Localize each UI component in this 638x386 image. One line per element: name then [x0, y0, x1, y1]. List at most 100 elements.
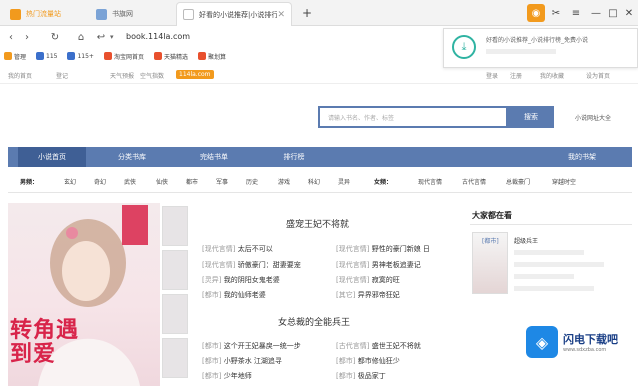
- shop-icon: [153, 52, 162, 60]
- login-link[interactable]: 登录: [486, 71, 498, 80]
- popular-desc-line: [514, 262, 604, 267]
- genre-link[interactable]: 科幻: [308, 177, 320, 186]
- section-title[interactable]: 女总裁的全能兵王: [278, 315, 350, 328]
- cover-thumbnail[interactable]: [162, 250, 188, 290]
- book-row[interactable]: [都市] 小野茶水 江湖追寻: [202, 356, 282, 366]
- book-title: 异界邪帝狂妃: [357, 291, 400, 299]
- male-genre-label: 男频：: [20, 179, 39, 186]
- bookmarks-bar: 管理 115 115+ 淘宝网首页 天猫精选 聚划算: [0, 48, 638, 64]
- bookmark-label: 115: [46, 52, 58, 60]
- undo-icon[interactable]: ↩: [94, 30, 108, 44]
- genre-link[interactable]: 古代言情: [462, 177, 486, 186]
- section-title[interactable]: 盛宠王妃不将就: [286, 217, 349, 230]
- female-genre-label: 女频：: [374, 179, 393, 186]
- genre-link[interactable]: 军事: [216, 177, 228, 186]
- book-row[interactable]: [都市] 我的仙师老婆: [202, 290, 266, 300]
- nav-bookshelf[interactable]: 我的书架: [548, 147, 616, 167]
- genre-link[interactable]: 现代言情: [418, 177, 442, 186]
- url-field[interactable]: book.114la.com: [126, 32, 190, 41]
- tab-label: 热门流量站: [26, 10, 61, 18]
- book-title: 太后不可以: [237, 245, 273, 253]
- nav-library[interactable]: 分类书库: [98, 147, 166, 167]
- book-tag: [都市]: [202, 357, 222, 365]
- cover-thumbnail[interactable]: [162, 294, 188, 334]
- genre-link[interactable]: 仙侠: [156, 177, 168, 186]
- refresh-icon[interactable]: ↻: [48, 30, 62, 44]
- genre-link[interactable]: 总裁豪门: [506, 177, 530, 186]
- browser-logo-icon: [10, 8, 21, 20]
- genre-link[interactable]: 武侠: [124, 177, 136, 186]
- genre-link[interactable]: 奇幻: [94, 177, 106, 186]
- book-tag: [现代言情]: [202, 261, 236, 269]
- bookmark-item[interactable]: 聚划算: [197, 52, 226, 61]
- bookmark-item[interactable]: 淘宝网首页: [103, 52, 144, 61]
- book-tag: [现代言情]: [336, 276, 370, 284]
- bookmark-label: 天猫精选: [163, 53, 188, 61]
- book-tag: [现代言情]: [336, 261, 370, 269]
- new-tab-button[interactable]: +: [298, 4, 316, 22]
- book-title: 骄傲豪门：甜妻要宠: [237, 261, 301, 269]
- forward-icon[interactable]: ›: [20, 30, 34, 44]
- set-home-link[interactable]: 设为首页: [586, 71, 610, 80]
- book-row[interactable]: [现代言情] 骄傲豪门：甜妻要宠: [202, 260, 301, 270]
- site-link-badge[interactable]: 114la.com: [176, 70, 214, 79]
- site-link[interactable]: 登记: [56, 71, 68, 80]
- genre-link[interactable]: 游戏: [278, 177, 290, 186]
- user-avatar-icon[interactable]: ◉: [527, 4, 545, 22]
- book-row[interactable]: [现代言情] 野性的豪门新娘 日: [336, 244, 430, 254]
- bookmark-item[interactable]: 天猫精选: [153, 52, 188, 61]
- site-link[interactable]: 我的首页: [8, 71, 32, 80]
- cover-title-line: 转角遇: [10, 317, 80, 343]
- popular-book-title[interactable]: 超级兵王: [514, 236, 538, 245]
- site-link[interactable]: 空气指数: [140, 71, 164, 80]
- genre-link[interactable]: 历史: [246, 177, 258, 186]
- directory-link[interactable]: 小说网址大全: [575, 113, 611, 122]
- nav-home[interactable]: 小说首页: [18, 147, 86, 167]
- genre-link[interactable]: 穿越时空: [552, 177, 576, 186]
- book-row[interactable]: [都市] 这个开王妃暴戾一统一步: [202, 341, 301, 351]
- cover-thumbnail[interactable]: [162, 206, 188, 246]
- search-input[interactable]: 请输入书名、作者、标签: [318, 106, 508, 128]
- bookmark-item[interactable]: 115: [36, 52, 57, 60]
- close-window-button[interactable]: ✕: [620, 4, 638, 22]
- register-link[interactable]: 注册: [510, 71, 522, 80]
- book-tag: [都市]: [336, 372, 356, 380]
- tab-home[interactable]: 热门流量站: [4, 2, 88, 26]
- nav-ranking[interactable]: 排行榜: [260, 147, 328, 167]
- book-tag: [其它]: [336, 291, 356, 299]
- book-tag: [都市]: [336, 357, 356, 365]
- book-row[interactable]: [都市] 少年地师: [202, 371, 252, 381]
- book-row[interactable]: [现代言情] 太后不可以: [202, 244, 273, 254]
- close-icon[interactable]: ✕: [277, 10, 285, 20]
- book-title: 寂寞的旺: [371, 276, 400, 284]
- book-row[interactable]: [古代言情] 盛世王妃不将就: [336, 341, 421, 351]
- book-row[interactable]: [现代言情] 男神老板追妻记: [336, 260, 421, 270]
- genre-link[interactable]: 玄幻: [64, 177, 76, 186]
- scissors-icon[interactable]: ✂: [547, 4, 565, 22]
- book-row[interactable]: [现代言情] 寂寞的旺: [336, 275, 400, 285]
- book-title: 极品家丁: [357, 372, 386, 380]
- bookmark-item[interactable]: 115+: [67, 52, 94, 60]
- favorites-link[interactable]: 我的收藏: [540, 71, 564, 80]
- genre-link[interactable]: 灵异: [338, 177, 350, 186]
- bookmark-item[interactable]: 管理: [4, 52, 26, 61]
- home-icon[interactable]: ⌂: [74, 30, 88, 44]
- page-icon: [183, 9, 194, 20]
- book-row[interactable]: [灵异] 我的阴阳女鬼老婆: [202, 275, 280, 285]
- book-row[interactable]: [都市] 极品家丁: [336, 371, 386, 381]
- nav-finished[interactable]: 完结书单: [180, 147, 248, 167]
- cover-thumbnail[interactable]: [162, 338, 188, 378]
- popular-desc-line: [514, 250, 584, 255]
- tab-active[interactable]: 好看的小说推荐|小说排行榜 ✕: [176, 2, 292, 26]
- popular-desc-line: [514, 274, 574, 279]
- back-icon[interactable]: ‹: [4, 30, 18, 44]
- tab-site[interactable]: 书旗网: [90, 2, 174, 26]
- menu-icon[interactable]: ≡: [567, 4, 585, 22]
- genre-link[interactable]: 都市: [186, 177, 198, 186]
- search-button[interactable]: 搜索: [508, 106, 554, 128]
- minimize-button[interactable]: —: [587, 4, 605, 22]
- book-row[interactable]: [其它] 异界邪帝狂妃: [336, 290, 400, 300]
- book-row[interactable]: [都市] 都市修仙狂少: [336, 356, 400, 366]
- site-link[interactable]: 天气预报: [110, 71, 134, 80]
- dropdown-icon[interactable]: ▾: [110, 33, 114, 41]
